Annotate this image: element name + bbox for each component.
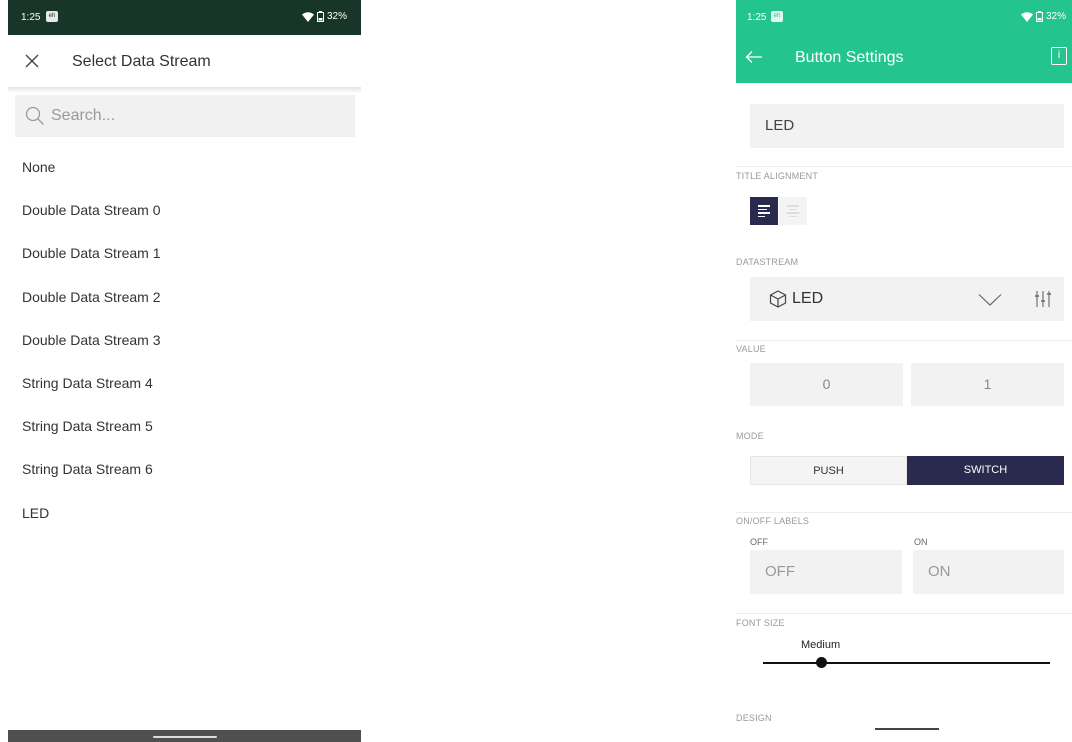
navigation-bar [8,730,361,742]
mode-push-button[interactable]: PUSH [750,456,907,485]
status-time: 1:25 [747,12,767,23]
list-item-double-data-stream-3[interactable]: Double Data Stream 3 [8,319,361,362]
divider [736,166,1072,167]
datastream-label: DATASTREAM [736,257,799,267]
sliders-icon [1035,291,1051,307]
notification-badge-icon: eh [771,11,783,22]
list-item-double-data-stream-1[interactable]: Double Data Stream 1 [8,232,361,275]
off-label-input[interactable]: OFF [750,550,902,594]
close-icon[interactable] [24,53,40,69]
font-size-slider-thumb[interactable] [816,657,827,668]
value-label: VALUE [736,344,766,354]
app-bar: 1:25 eh 32% Button Settings i [736,0,1072,83]
wifi-icon [301,11,314,22]
divider [736,613,1072,614]
value-low-input[interactable]: 0 [750,363,903,406]
font-size-label: FONT SIZE [736,618,785,628]
button-settings-screen: 1:25 eh 32% Button Settings i LED TITLE … [736,0,1072,742]
cube-icon [769,290,787,308]
list-item-string-data-stream-5[interactable]: String Data Stream 5 [8,405,361,448]
list-item-double-data-stream-0[interactable]: Double Data Stream 0 [8,189,361,232]
search-placeholder: Search... [51,107,116,124]
list-item-double-data-stream-2[interactable]: Double Data Stream 2 [8,276,361,319]
status-bar: 1:25 eh 32% [8,0,361,35]
align-center-icon [787,205,799,219]
datastream-settings-button[interactable] [1021,277,1064,321]
font-size-value: Medium [801,639,841,651]
search-icon [25,106,44,125]
align-left-button[interactable] [750,197,778,225]
list-item-none[interactable]: None [8,146,361,189]
chevron-down-icon [978,294,1002,306]
mode-label: MODE [736,431,764,441]
home-gesture-handle[interactable] [153,736,217,738]
select-data-stream-screen: 1:25 eh 32% Select Data Stream Search...… [8,0,361,742]
datastream-dropdown[interactable]: LED [750,277,1022,321]
info-icon[interactable]: i [1051,47,1067,65]
list-item-string-data-stream-4[interactable]: String Data Stream 4 [8,362,361,405]
back-arrow-icon[interactable] [745,50,763,64]
search-input[interactable]: Search... [15,95,355,137]
off-caption: OFF [750,537,768,547]
page-title: Button Settings [795,49,904,66]
font-size-slider[interactable] [763,662,1050,664]
list-item-led[interactable]: LED [8,492,361,535]
battery-icon [316,11,324,22]
wifi-icon [1020,11,1033,22]
mode-switch-button[interactable]: SWITCH [907,456,1064,485]
notification-badge-icon: eh [46,11,58,22]
header-shadow [8,87,361,93]
status-right: 32% [301,11,347,22]
widget-title-input[interactable]: LED [750,104,1064,148]
page-title: Select Data Stream [72,53,211,70]
datastream-selected-value: LED [792,290,824,307]
title-alignment-label: TITLE ALIGNMENT [736,171,819,181]
on-caption: ON [914,537,928,547]
divider [736,340,1072,341]
battery-percentage: 32% [326,11,347,22]
status-time: 1:25 [21,12,41,23]
design-preview [875,728,939,730]
status-right: 32% [1020,11,1066,22]
battery-percentage: 32% [1045,11,1066,22]
data-stream-list: None Double Data Stream 0 Double Data St… [8,146,361,535]
align-center-button[interactable] [779,197,807,225]
value-high-input[interactable]: 1 [911,363,1064,406]
screen-header: Select Data Stream [8,35,361,87]
divider [736,512,1072,513]
design-label: DESIGN [736,713,772,723]
on-label-input[interactable]: ON [913,550,1064,594]
on-off-labels-label: ON/OFF LABELS [736,516,810,526]
align-left-icon [758,205,770,219]
battery-icon [1035,11,1043,22]
list-item-string-data-stream-6[interactable]: String Data Stream 6 [8,448,361,491]
